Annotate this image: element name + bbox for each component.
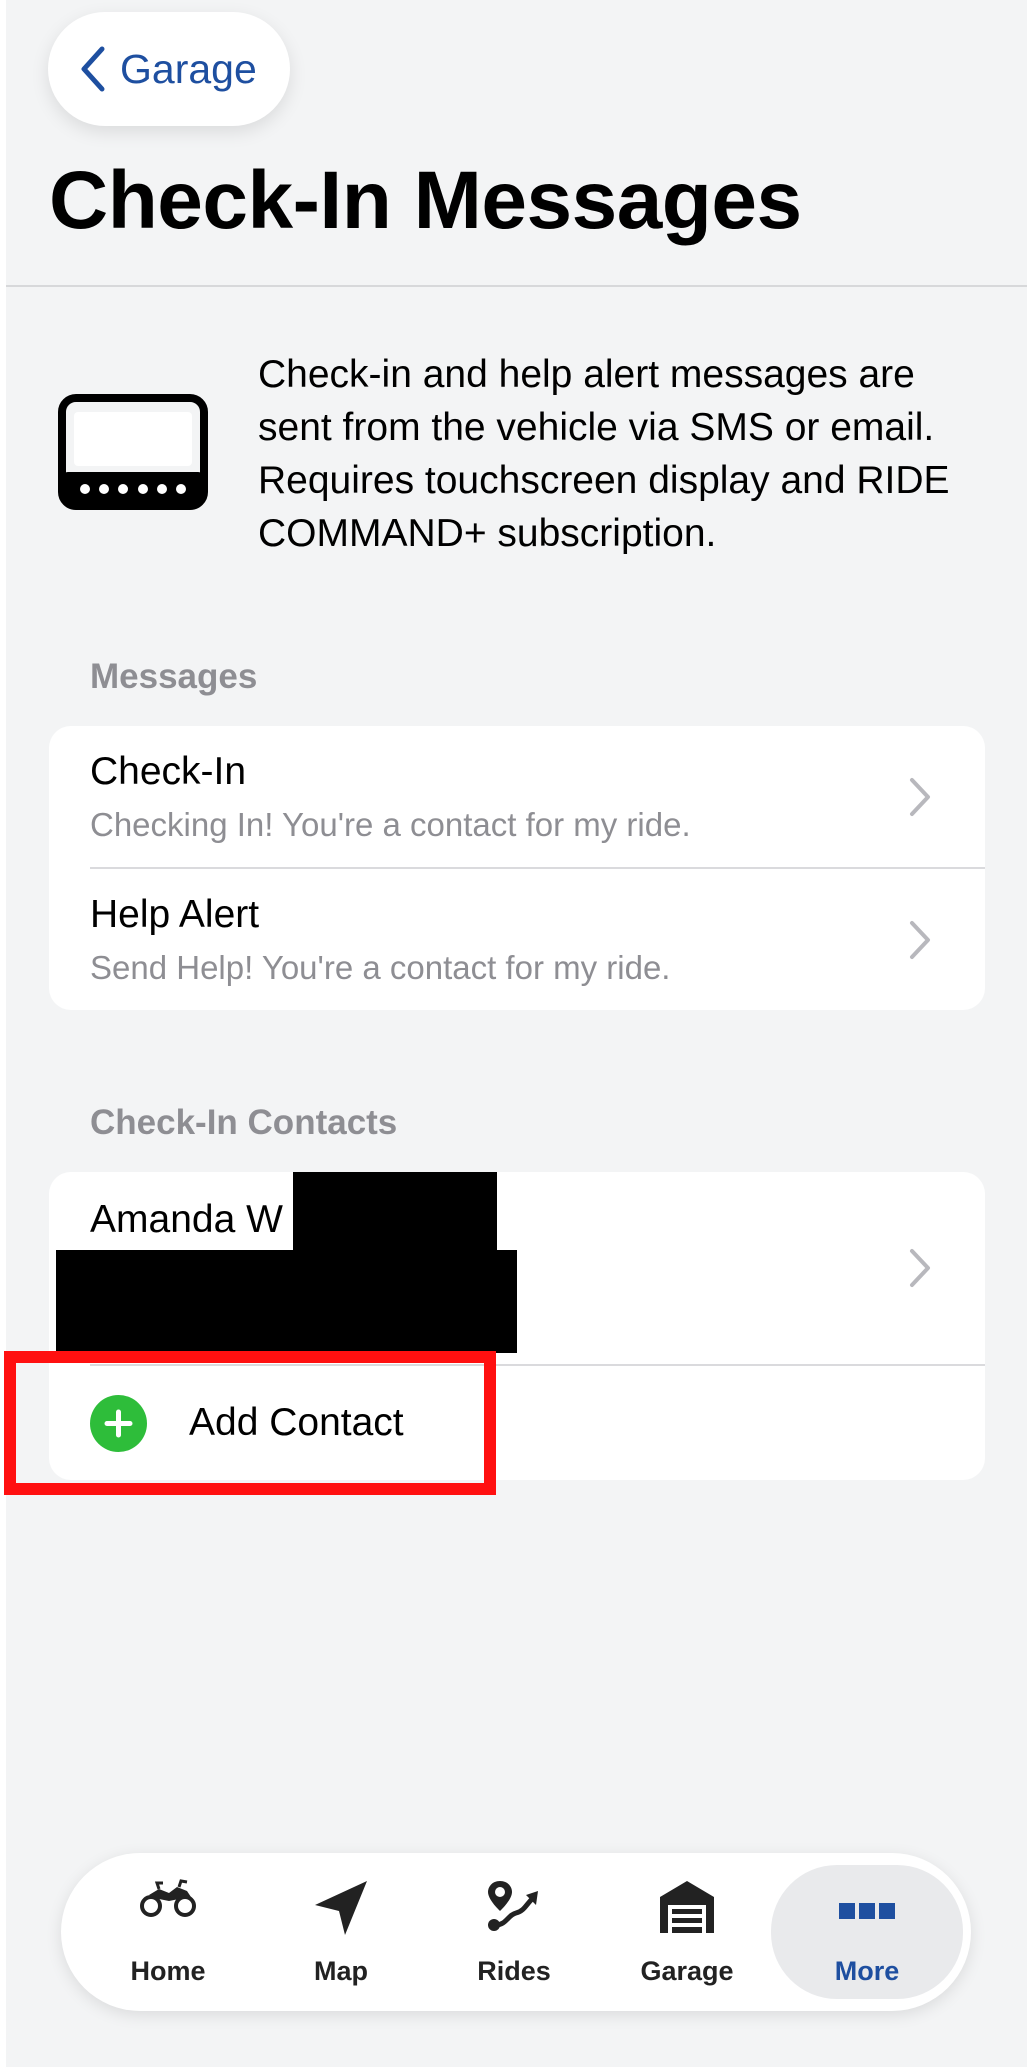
atv-icon	[140, 1879, 196, 1917]
chevron-right-icon	[910, 921, 930, 959]
more-icon	[839, 1903, 895, 1919]
tab-garage[interactable]: Garage	[602, 1853, 772, 2011]
redaction-block	[293, 1172, 497, 1250]
highlight-annotation	[4, 1351, 496, 1495]
message-title: Help Alert	[90, 893, 260, 936]
message-row-help-alert[interactable]: Help Alert Send Help! You're a contact f…	[49, 869, 985, 1010]
tab-label: Rides	[477, 1956, 551, 1986]
message-subtitle: Send Help! You're a contact for my ride.	[90, 949, 671, 986]
touchscreen-display-icon	[58, 394, 208, 510]
messages-section-header: Messages	[90, 657, 258, 696]
intro-description: Check-in and help alert messages are sen…	[258, 353, 950, 555]
tab-label: Map	[314, 1956, 368, 1986]
back-button[interactable]: Garage	[48, 12, 290, 126]
back-button-label: Garage	[120, 45, 257, 92]
navigation-arrow-icon	[315, 1881, 367, 1935]
chevron-right-icon	[910, 1249, 930, 1287]
tab-label: Garage	[640, 1956, 734, 1986]
page-title: Check-In Messages	[49, 155, 802, 246]
left-edge-strip	[0, 0, 6, 2067]
tab-label: Home	[130, 1956, 206, 1986]
contacts-section-header: Check-In Contacts	[90, 1103, 398, 1142]
tab-map[interactable]: Map	[256, 1853, 426, 2011]
chevron-left-icon	[81, 46, 105, 92]
tab-label: More	[834, 1956, 900, 1986]
message-subtitle: Checking In! You're a contact for my rid…	[90, 806, 691, 843]
message-title: Check-In	[90, 750, 247, 793]
tab-rides[interactable]: Rides	[429, 1853, 599, 2011]
tab-bar: Home Map Rides Garage More	[61, 1853, 971, 2011]
garage-icon	[660, 1881, 714, 1933]
message-row-check-in[interactable]: Check-In Checking In! You're a contact f…	[49, 726, 985, 868]
route-icon	[488, 1881, 538, 1931]
contact-name: Amanda W	[90, 1198, 283, 1241]
header-divider	[6, 285, 1027, 287]
chevron-right-icon	[910, 778, 930, 816]
redaction-block	[56, 1250, 517, 1353]
tab-more[interactable]: More	[771, 1865, 963, 1999]
messages-card: Check-In Checking In! You're a contact f…	[49, 726, 985, 1010]
tab-home[interactable]: Home	[83, 1853, 253, 2011]
